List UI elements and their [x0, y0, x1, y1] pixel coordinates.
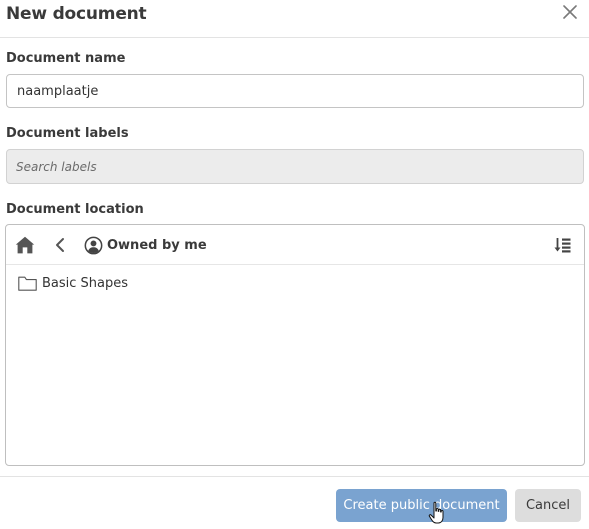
create-public-document-button[interactable]: Create public document — [336, 489, 507, 522]
folder-name: Basic Shapes — [42, 275, 129, 291]
dialog-title: New document — [6, 4, 147, 24]
dialog-header: New document — [0, 0, 589, 38]
footer-divider — [0, 476, 589, 477]
new-document-dialog: New document Document name Document labe… — [0, 0, 589, 529]
document-name-label: Document name — [6, 51, 126, 66]
owner-filter[interactable]: Owned by me — [84, 235, 207, 255]
document-labels-label: Document labels — [6, 126, 129, 141]
sort-icon[interactable] — [554, 237, 571, 253]
home-icon[interactable] — [15, 236, 35, 254]
document-labels-search-input[interactable] — [6, 149, 584, 184]
list-item[interactable]: Basic Shapes — [18, 274, 128, 292]
document-name-input[interactable] — [6, 74, 584, 108]
folder-icon — [18, 276, 37, 291]
chevron-left-icon[interactable] — [54, 236, 66, 254]
close-icon[interactable] — [563, 4, 579, 22]
owner-filter-label: Owned by me — [107, 237, 207, 253]
location-toolbar: Owned by me — [6, 225, 584, 265]
document-location-label: Document location — [6, 202, 144, 217]
user-circle-icon — [84, 236, 103, 254]
cancel-button[interactable]: Cancel — [515, 489, 581, 522]
document-location-browser: Owned by me Basic Shapes — [5, 224, 585, 466]
